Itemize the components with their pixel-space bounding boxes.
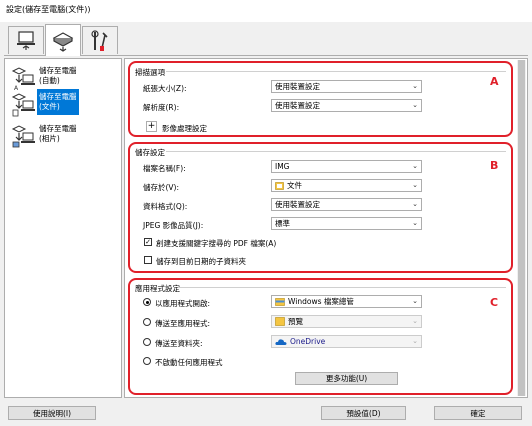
scanner-icon <box>52 31 74 52</box>
image-processing-label: 影像處理設定 <box>162 124 207 133</box>
section-a-letter: A <box>490 75 499 88</box>
section-divider <box>166 71 506 72</box>
tab-scan-from-operation-panel[interactable] <box>8 26 44 54</box>
sidebar-item-save-document[interactable]: 儲存至電腦 (文件) <box>11 89 119 121</box>
save-in-label: 儲存於(V): <box>143 183 180 192</box>
chevron-down-icon: ⌄ <box>412 181 418 189</box>
subfolder-label: 儲存到目前日期的子資料夾 <box>156 257 246 266</box>
tab-strip <box>4 24 528 56</box>
sidebar-item-label: 儲存至電腦 (自動) <box>39 66 77 85</box>
ok-button[interactable]: 確定 <box>434 406 522 420</box>
send-to-folder-label: 傳送至資料夾: <box>155 339 203 348</box>
save-document-icon <box>11 93 35 117</box>
chevron-down-icon: ⌄ <box>412 219 418 227</box>
preview-icon <box>275 317 285 326</box>
subfolder-checkbox[interactable] <box>144 256 152 264</box>
sidebar-item-save-photo[interactable]: 儲存至電腦 (相片) <box>11 121 119 153</box>
pdf-keyword-checkbox[interactable]: ✓ <box>144 238 152 246</box>
send-to-app-label: 傳送至應用程式: <box>155 319 211 328</box>
file-name-label: 檔案名稱(F): <box>143 164 186 173</box>
chevron-down-icon: ⌄ <box>412 317 418 325</box>
section-divider <box>166 151 506 152</box>
open-with-app-select[interactable]: Windows 檔案總管 ⌄ <box>271 295 422 308</box>
tools-icon <box>91 29 108 51</box>
more-functions-button[interactable]: 更多功能(U) <box>295 372 398 385</box>
app-settings-title: 應用程式設定 <box>135 284 180 293</box>
send-to-folder-radio[interactable] <box>143 338 151 346</box>
section-divider <box>178 287 506 288</box>
open-with-app-label: 以應用程式開啟: <box>155 299 211 308</box>
no-app-radio[interactable] <box>143 357 151 365</box>
jpeg-quality-select[interactable]: 標準 ⌄ <box>271 217 422 230</box>
chevron-down-icon: ⌄ <box>412 162 418 170</box>
open-with-app-radio[interactable] <box>143 298 151 306</box>
send-to-folder-select[interactable]: OneDrive ⌄ <box>271 335 422 348</box>
chevron-down-icon: ⌄ <box>412 101 418 109</box>
tab-scan-from-computer[interactable] <box>45 24 81 56</box>
expand-image-processing-button[interactable]: + <box>146 121 157 132</box>
data-format-select[interactable]: 使用裝置設定 ⌄ <box>271 198 422 211</box>
save-in-select[interactable]: 文件 ⌄ <box>271 179 422 192</box>
vertical-scrollbar[interactable] <box>517 60 526 396</box>
scan-type-list: A 儲存至電腦 (自動) 儲存至電腦 (文件) 儲存至電腦 (相片) <box>4 58 122 398</box>
chevron-down-icon: ⌄ <box>412 297 418 305</box>
resolution-label: 解析度(R): <box>143 103 180 112</box>
no-app-label: 不啟動任何應用程式 <box>155 358 223 367</box>
chevron-down-icon: ⌄ <box>412 82 418 90</box>
save-to-computer-icon: A <box>11 67 35 91</box>
chevron-down-icon: ⌄ <box>412 337 418 345</box>
onedrive-icon <box>275 338 287 345</box>
save-settings-title: 儲存設定 <box>135 148 165 157</box>
pdf-keyword-label: 創建支援關鍵字搜尋的 PDF 檔案(A) <box>156 239 277 248</box>
defaults-button[interactable]: 預設值(D) <box>321 406 406 420</box>
scan-options-title: 掃描選項 <box>135 68 165 77</box>
computer-arrow-icon <box>17 30 35 50</box>
section-b-letter: B <box>490 159 499 172</box>
document-folder-icon <box>275 182 284 190</box>
sidebar-item-label: 儲存至電腦 (文件) <box>37 89 79 115</box>
tab-divider <box>4 55 528 56</box>
file-explorer-icon <box>275 298 285 306</box>
window-title: 設定(儲存至電腦(文件)) <box>0 0 532 22</box>
tab-general-settings[interactable] <box>82 26 118 54</box>
paper-size-select[interactable]: 使用裝置設定 ⌄ <box>271 80 422 93</box>
send-to-app-radio[interactable] <box>143 318 151 326</box>
section-c-letter: C <box>490 296 499 309</box>
scrollbar-thumb[interactable] <box>518 60 525 396</box>
jpeg-quality-label: JPEG 影像品質(J): <box>143 221 204 230</box>
save-photo-icon <box>11 125 35 148</box>
send-to-app-select[interactable]: 預覽 ⌄ <box>271 315 422 328</box>
chevron-down-icon: ⌄ <box>412 200 418 208</box>
resolution-select[interactable]: 使用裝置設定 ⌄ <box>271 99 422 112</box>
file-name-select[interactable]: IMG ⌄ <box>271 160 422 173</box>
sidebar-item-label: 儲存至電腦 (相片) <box>39 124 77 143</box>
data-format-label: 資料格式(Q): <box>143 202 188 211</box>
paper-size-label: 紙張大小(Z): <box>143 84 187 93</box>
help-button[interactable]: 使用說明(I) <box>8 406 96 420</box>
